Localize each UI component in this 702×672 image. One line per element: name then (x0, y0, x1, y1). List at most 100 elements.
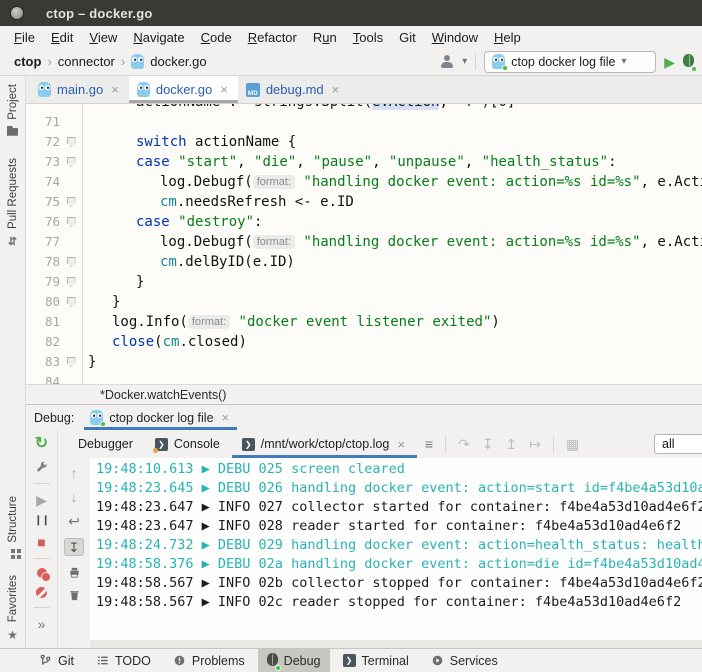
statusbar-services[interactable]: Services (422, 649, 507, 672)
tab-label: main.go (57, 82, 103, 97)
menu-tools[interactable]: Tools (345, 30, 391, 45)
run-configuration-select[interactable]: ctop docker log file ▾ (484, 51, 656, 73)
trash-icon[interactable] (68, 589, 81, 602)
line-number (26, 104, 60, 112)
print-icon[interactable] (68, 566, 81, 579)
mute-breakpoints-icon[interactable] (36, 587, 47, 598)
fold-column (60, 104, 82, 112)
fold-marker-icon[interactable] (67, 197, 76, 207)
console-icon: ❯ (155, 438, 168, 451)
log-console[interactable]: 19:48:10.613 ▶ DEBU 025 screen cleared19… (90, 458, 702, 648)
menu-git[interactable]: Git (391, 30, 424, 45)
sidebar-item-pull-requests[interactable]: Pull Requests ⇵ (7, 158, 19, 248)
rerun-button[interactable]: ↻ (35, 436, 48, 452)
fold-marker-icon[interactable] (67, 217, 76, 227)
step-into-icon[interactable]: ↧ (482, 437, 494, 451)
step-toolbar: ≡ ↷ ↧ ↥ ↦ ▦ (425, 430, 579, 458)
tab-ctop-log[interactable]: ❯ /mnt/work/ctop/ctop.log × (232, 430, 417, 458)
tab-docker-go[interactable]: docker.go × (129, 76, 238, 103)
statusbar-git[interactable]: Git (30, 649, 83, 672)
fold-marker-icon[interactable] (67, 137, 76, 147)
fold-marker-icon[interactable] (67, 257, 76, 267)
statusbar-todo[interactable]: TODO (87, 649, 160, 672)
breadcrumb-project[interactable]: ctop (14, 54, 41, 69)
layout-menu-icon[interactable]: ≡ (425, 437, 433, 451)
code-text: } (82, 272, 702, 292)
chevron-down-icon[interactable]: ▾ (462, 56, 467, 67)
sidebar-item-favorites[interactable]: Favorites ★ (7, 575, 19, 642)
fold-marker-icon[interactable] (67, 357, 76, 367)
menu-window[interactable]: Window (424, 30, 486, 45)
toolbar-divider (34, 558, 50, 559)
debug-session-tab[interactable]: ctop docker log file × (84, 405, 237, 430)
menu-help[interactable]: Help (486, 30, 529, 45)
tab-main-go[interactable]: main.go × (30, 76, 129, 103)
line-number: 72 (26, 132, 60, 152)
breadcrumb-file[interactable]: docker.go (150, 54, 206, 69)
close-icon[interactable]: × (220, 411, 232, 424)
code-text: log.Info(format: "docker event listener … (82, 312, 702, 332)
statusbar-debug[interactable]: Debug (258, 649, 330, 672)
tab-console[interactable]: ❯ Console (145, 430, 230, 458)
fold-column (60, 252, 82, 272)
up-arrow-icon[interactable]: ↑ (71, 466, 78, 480)
debug-panel-body: ↻ ▶ ❙❙ ■ » Debugger (26, 430, 702, 648)
settings-wrench-icon[interactable] (35, 461, 48, 474)
sidebar-item-structure[interactable]: Structure (7, 496, 19, 553)
fold-marker-icon[interactable] (67, 277, 76, 287)
line-number: 79 (26, 272, 60, 292)
fold-marker-icon[interactable] (67, 297, 76, 307)
window-control-button[interactable] (10, 6, 24, 20)
fold-marker-icon[interactable] (67, 157, 76, 167)
menu-navigate[interactable]: Navigate (125, 30, 192, 45)
debug-view-tabs: Debugger ❯ Console ❯ /mnt/work/ctop/ctop… (58, 430, 702, 458)
menu-view[interactable]: View (81, 30, 125, 45)
step-out-icon[interactable]: ↥ (506, 437, 518, 451)
debug-button[interactable] (683, 54, 694, 70)
code-line: 79} (26, 272, 702, 292)
log-filter-select[interactable]: all (654, 434, 702, 454)
scroll-to-end-icon: ↧ (69, 541, 80, 554)
menu-file[interactable]: File (6, 30, 43, 45)
close-icon[interactable]: × (109, 83, 121, 96)
horizontal-scrollbar[interactable] (90, 640, 702, 648)
more-actions-button[interactable]: » (38, 617, 46, 631)
run-to-cursor-icon[interactable]: ↦ (529, 437, 541, 451)
ide-window: ctop – docker.go FileEditViewNavigateCod… (0, 0, 702, 672)
breadcrumb-package[interactable]: connector (58, 54, 115, 69)
stop-button[interactable]: ■ (37, 535, 45, 549)
code-editor[interactable]: actionName := strings.Split(e.Action, ":… (26, 104, 702, 384)
soft-wrap-icon[interactable]: ↩ (68, 514, 80, 528)
editor-and-debug-column: main.go × docker.go × MD debug.md × acti… (26, 76, 702, 648)
step-over-icon[interactable]: ↷ (458, 437, 470, 451)
pause-button[interactable]: ❙❙ (34, 516, 49, 526)
close-icon[interactable]: × (330, 83, 342, 96)
editor-context-bar: *Docker.watchEvents() (26, 384, 702, 404)
sidebar-item-project[interactable]: Project (7, 84, 19, 136)
menu-edit[interactable]: Edit (43, 30, 81, 45)
close-icon[interactable]: × (395, 438, 407, 451)
menu-code[interactable]: Code (193, 30, 240, 45)
menu-refactor[interactable]: Refactor (240, 30, 305, 45)
fold-column (60, 332, 82, 352)
tab-debug-md[interactable]: MD debug.md × (238, 76, 349, 103)
code-with-me-icon[interactable] (440, 55, 454, 68)
bug-icon (683, 54, 694, 67)
resume-button[interactable]: ▶ (36, 493, 47, 507)
statusbar-problems[interactable]: Problems (164, 649, 254, 672)
view-breakpoints-icon[interactable] (37, 568, 47, 578)
restore-layout-icon[interactable]: ▦ (566, 437, 579, 451)
down-arrow-icon[interactable]: ↓ (71, 490, 78, 504)
stripe-bottom-group: Structure Favorites ★ (7, 496, 19, 642)
code-text: cm.needsRefresh <- e.ID (82, 192, 702, 212)
run-button[interactable]: ▶ (664, 55, 675, 69)
tab-debugger[interactable]: Debugger (68, 430, 143, 458)
code-line: actionName := strings.Split(e.Action, ":… (26, 104, 702, 112)
line-number: 80 (26, 292, 60, 312)
line-number: 77 (26, 232, 60, 252)
menu-run[interactable]: Run (305, 30, 345, 45)
statusbar-terminal[interactable]: ❯ Terminal (334, 649, 418, 672)
code-lines: 7172switch actionName {73case "start", "… (26, 112, 702, 384)
scroll-to-end-button[interactable]: ↧ (64, 538, 84, 556)
close-icon[interactable]: × (218, 83, 230, 96)
